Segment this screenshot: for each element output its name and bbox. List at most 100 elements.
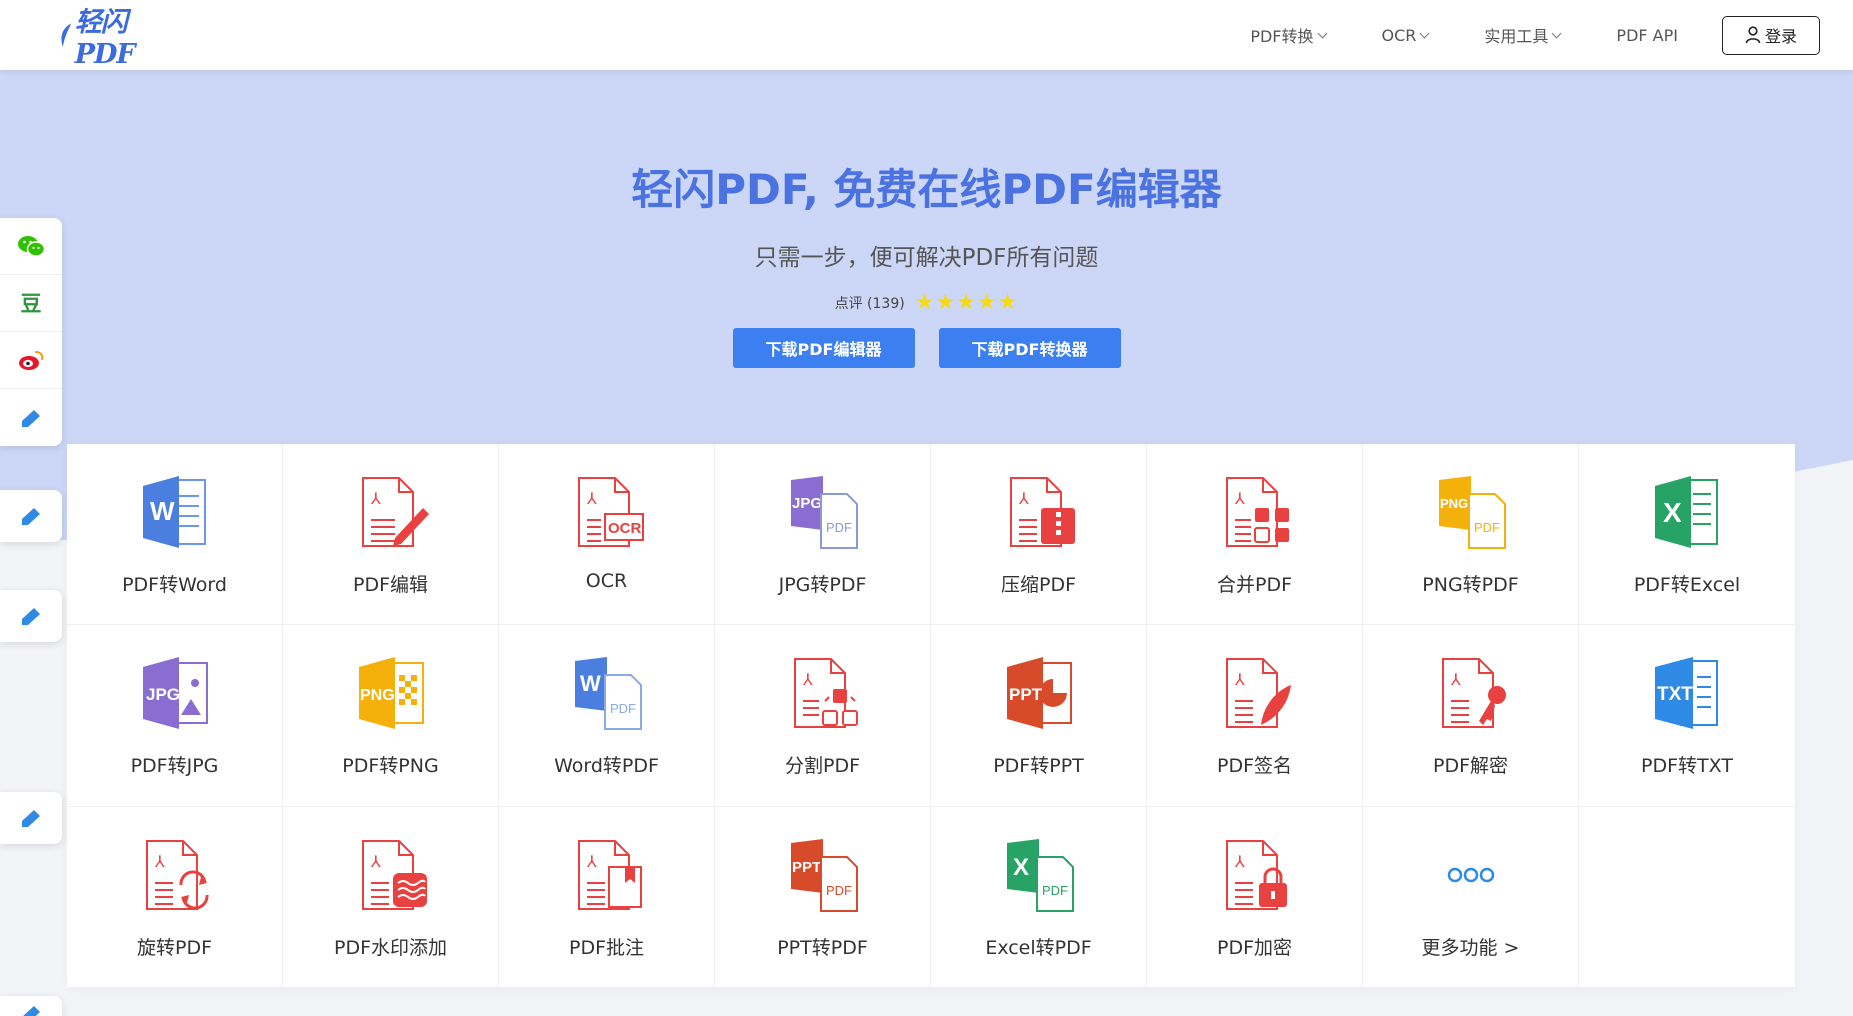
- star-rating: ★ ★ ★ ★ ★: [915, 292, 1019, 314]
- svg-text:JPG: JPG: [146, 685, 180, 704]
- float-edit-button[interactable]: [0, 792, 62, 844]
- login-label: 登录: [1764, 27, 1797, 46]
- star-icon: ★: [976, 290, 997, 315]
- merge-icon: ⅄: [1215, 472, 1295, 552]
- tool-label: 压缩PDF: [1000, 574, 1077, 596]
- tool-merge-pdf[interactable]: ⅄ 合并PDF: [1147, 444, 1363, 626]
- tool-png-to-pdf[interactable]: PNG PDF PNG转PDF: [1363, 444, 1579, 626]
- svg-text:PPT: PPT: [792, 859, 821, 876]
- annotate-icon: ⅄: [567, 835, 647, 915]
- tools-grid: W PDF转Word ⅄ PDF编辑 ⅄ OCR OCR JPG PDF JPG…: [67, 444, 1795, 988]
- login-button[interactable]: 登录: [1722, 15, 1820, 55]
- float-edit-button[interactable]: [0, 590, 62, 642]
- more-icon: [1431, 835, 1511, 915]
- svg-text:⅄: ⅄: [1234, 489, 1245, 508]
- edit-icon: [22, 810, 40, 827]
- tool-label: 旋转PDF: [136, 936, 213, 959]
- share-edit[interactable]: [0, 389, 62, 446]
- tool-ocr[interactable]: ⅄ OCR OCR: [499, 444, 715, 626]
- tool-pdf-to-word[interactable]: W PDF转Word: [67, 444, 283, 626]
- tool-pdf-to-txt[interactable]: TXT PDF转TXT: [1579, 625, 1795, 807]
- float-edit-button[interactable]: [0, 490, 62, 542]
- svg-text:PDF: PDF: [610, 701, 636, 716]
- tool-label: PDF解密: [1432, 755, 1509, 778]
- txt-icon: TXT: [1647, 653, 1727, 733]
- svg-text:PDF: PDF: [1474, 520, 1500, 535]
- tool-label: PDF转TXT: [1641, 755, 1733, 778]
- tool-excel-to-pdf[interactable]: X PDF Excel转PDF: [931, 806, 1147, 988]
- tool-label: Word转PDF: [554, 755, 659, 778]
- logo[interactable]: 轻闪PDF: [58, 7, 168, 70]
- tool-pdf-to-jpg[interactable]: JPG PDF转JPG: [67, 625, 283, 807]
- svg-text:PDF: PDF: [826, 883, 852, 898]
- svg-text:⅄: ⅄: [370, 852, 381, 871]
- tool-more-features[interactable]: 更多功能 >: [1363, 806, 1579, 988]
- svg-text:⅄: ⅄: [1234, 670, 1245, 689]
- nav-pdf-api[interactable]: PDF API: [1616, 26, 1678, 45]
- float-edit-button[interactable]: [0, 996, 62, 1016]
- svg-text:W: W: [580, 671, 601, 696]
- share-douban[interactable]: 豆: [0, 275, 62, 332]
- tool-label: PNG转PDF: [1422, 574, 1519, 596]
- tool-pdf-to-excel[interactable]: X PDF转Excel: [1579, 444, 1795, 626]
- tool-pdf-decrypt[interactable]: ⅄ PDF解密: [1363, 625, 1579, 807]
- nav-label: OCR: [1381, 25, 1417, 45]
- nav-tools[interactable]: 实用工具: [1484, 23, 1562, 47]
- wechat-icon: [18, 236, 45, 257]
- svg-text:⅄: ⅄: [586, 852, 597, 871]
- svg-text:⅄: ⅄: [370, 489, 381, 508]
- nav-pdf-convert[interactable]: PDF转换: [1250, 23, 1327, 47]
- tool-label: PDF编辑: [352, 574, 429, 596]
- tool-label: Excel转PDF: [985, 936, 1092, 959]
- tool-pdf-sign[interactable]: ⅄ PDF签名: [1147, 625, 1363, 807]
- jpg-icon: JPG: [135, 653, 215, 733]
- compress-icon: ⅄: [999, 472, 1079, 552]
- share-wechat[interactable]: [0, 218, 62, 275]
- split-icon: ⅄: [783, 653, 863, 733]
- tool-label: PDF加密: [1216, 936, 1293, 959]
- tool-split-pdf[interactable]: ⅄ 分割PDF: [715, 625, 931, 807]
- chevron-down-icon: [1551, 28, 1562, 38]
- jpg-to-pdf-icon: JPG PDF: [783, 472, 863, 552]
- nav-label: PDF API: [1616, 25, 1678, 45]
- rotate-icon: ⅄: [135, 835, 215, 915]
- nav-ocr[interactable]: OCR: [1381, 25, 1430, 45]
- tool-label: PDF转Excel: [1633, 574, 1741, 596]
- tool-pdf-to-ppt[interactable]: PPT PDF转PPT: [931, 625, 1147, 807]
- tool-label: PPT转PDF: [777, 936, 868, 959]
- encrypt-icon: ⅄: [1215, 835, 1295, 915]
- tool-pdf-annotate[interactable]: ⅄ PDF批注: [499, 806, 715, 988]
- tool-label: OCR: [585, 570, 628, 592]
- svg-text:⅄: ⅄: [154, 852, 165, 871]
- tool-label: 合并PDF: [1216, 574, 1293, 596]
- tool-ppt-to-pdf[interactable]: PPT PDF PPT转PDF: [715, 806, 931, 988]
- tool-pdf-to-png[interactable]: PNG PDF转PNG: [283, 625, 499, 807]
- excel-to-pdf-icon: X PDF: [999, 835, 1079, 915]
- tool-compress-pdf[interactable]: ⅄ 压缩PDF: [931, 444, 1147, 626]
- hero-subtitle: 只需一步，便可解决PDF所有问题: [754, 245, 1099, 271]
- tool-label: 分割PDF: [784, 755, 861, 778]
- download-converter-button[interactable]: 下载PDF转换器: [938, 328, 1121, 368]
- tool-label: PDF批注: [568, 936, 645, 959]
- tool-label: PDF转PPT: [993, 755, 1084, 778]
- nav-label: PDF转换: [1250, 27, 1314, 46]
- tool-label: PDF转JPG: [130, 755, 219, 778]
- weibo-icon: [19, 351, 44, 370]
- share-sidebar: 豆: [0, 218, 62, 446]
- tool-pdf-encrypt[interactable]: ⅄ PDF加密: [1147, 806, 1363, 988]
- download-editor-button[interactable]: 下载PDF编辑器: [732, 328, 915, 368]
- user-icon: [1745, 26, 1761, 44]
- tool-rotate-pdf[interactable]: ⅄ 旋转PDF: [67, 806, 283, 988]
- tool-jpg-to-pdf[interactable]: JPG PDF JPG转PDF: [715, 444, 931, 626]
- star-icon: ★: [914, 290, 935, 315]
- svg-text:PNG: PNG: [1440, 496, 1468, 511]
- tool-pdf-watermark[interactable]: ⅄ PDF水印添加: [283, 806, 499, 988]
- empty-cell: [1579, 807, 1795, 988]
- tool-word-to-pdf[interactable]: W PDF Word转PDF: [499, 625, 715, 807]
- tool-pdf-edit[interactable]: ⅄ PDF编辑: [283, 444, 499, 626]
- svg-text:PPT: PPT: [1009, 685, 1043, 704]
- edit-icon: [22, 508, 40, 525]
- ppt-icon: PPT: [999, 653, 1079, 733]
- tool-label: PDF水印添加: [333, 936, 448, 959]
- share-weibo[interactable]: [0, 332, 62, 389]
